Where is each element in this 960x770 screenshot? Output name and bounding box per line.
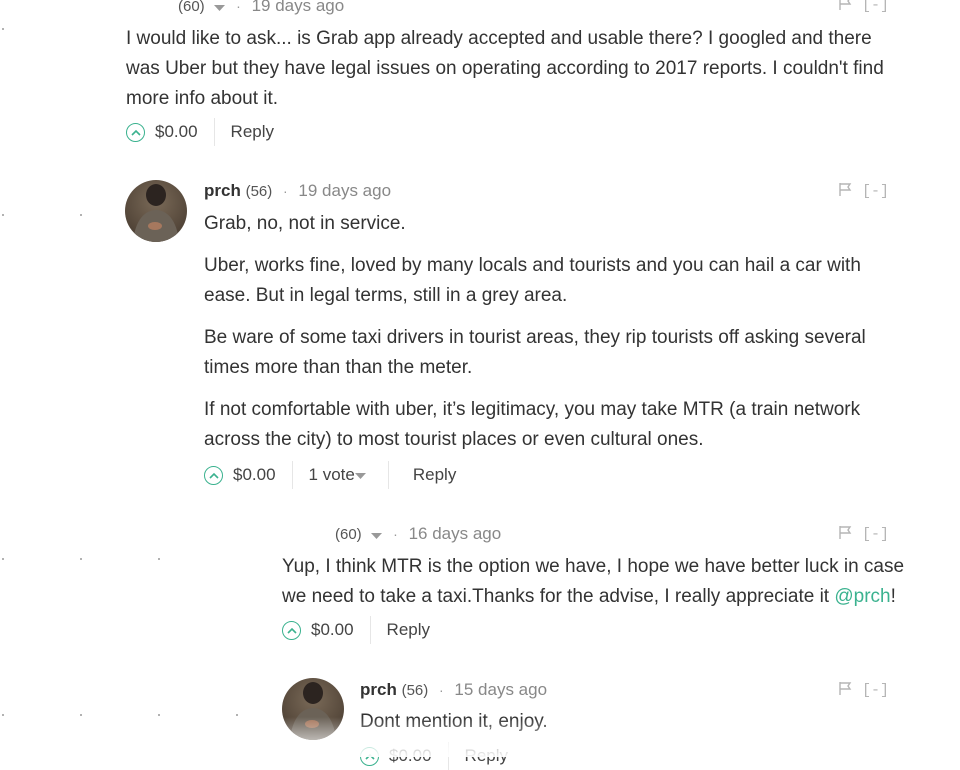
- comment-timestamp[interactable]: 19 days ago: [298, 181, 391, 200]
- comment-1-meta: (60) · 19 days ago: [178, 0, 344, 17]
- votes-count: 1 vote: [308, 465, 355, 484]
- comment-3-tools: [-]: [838, 525, 889, 544]
- collapse-toggle[interactable]: [-]: [862, 526, 889, 543]
- caret-down-icon: [354, 465, 366, 485]
- collapse-toggle[interactable]: [-]: [862, 0, 889, 14]
- avatar[interactable]: [125, 180, 187, 242]
- flag-icon[interactable]: [838, 525, 852, 544]
- reply-button[interactable]: Reply: [387, 620, 430, 640]
- flag-icon[interactable]: [838, 0, 852, 15]
- comment-1-tools: [-]: [838, 0, 889, 15]
- comment-2-meta: prch (56) · 19 days ago: [204, 181, 392, 200]
- comment-paragraph: Uber, works fine, loved by many locals a…: [204, 255, 861, 306]
- author-reputation: (56): [401, 682, 429, 699]
- upvote-icon[interactable]: [204, 465, 223, 485]
- upvote-icon[interactable]: [282, 620, 301, 640]
- votes-dropdown[interactable]: 1 vote: [309, 465, 366, 485]
- comment-3-body: Yup, I think MTR is the option we have, …: [282, 552, 907, 624]
- comment-timestamp[interactable]: 16 days ago: [409, 524, 502, 543]
- comment-paragraph: I would like to ask... is Grab app alrea…: [126, 28, 884, 109]
- reply-button[interactable]: Reply: [231, 122, 274, 142]
- author-link[interactable]: prch: [204, 181, 241, 200]
- comment-paragraph: Be ware of some taxi drivers in tourist …: [204, 327, 866, 378]
- caret-down-icon[interactable]: [214, 0, 226, 17]
- author-reputation: (56): [245, 183, 273, 200]
- comment-1-reputation: (60): [178, 0, 205, 15]
- comment-4-meta: prch (56) · 15 days ago: [360, 680, 548, 699]
- comment-4-tools: [-]: [838, 681, 889, 700]
- mention-link[interactable]: @prch: [834, 586, 890, 607]
- author-link[interactable]: prch: [360, 680, 397, 699]
- upvote-icon[interactable]: [126, 122, 145, 142]
- comment-timestamp[interactable]: 15 days ago: [454, 680, 547, 699]
- comment-1-body: I would like to ask... is Grab app alrea…: [126, 24, 906, 126]
- payout-amount: $0.00: [233, 465, 276, 484]
- comment-paragraph: Grab, no, not in service.: [204, 213, 406, 234]
- author-reputation: (60): [335, 526, 362, 543]
- payout-amount: $0.00: [311, 620, 354, 639]
- comment-3-actions: $0.00 Reply: [282, 616, 430, 644]
- comment-2-actions: $0.00 1 vote Reply: [204, 461, 456, 489]
- comment-2-body: Grab, no, not in service. Uber, works fi…: [204, 209, 884, 467]
- flag-icon[interactable]: [838, 681, 852, 700]
- comment-2-tools: [-]: [838, 182, 889, 201]
- caret-down-icon[interactable]: [371, 525, 383, 545]
- comment-paragraph: Yup, I think MTR is the option we have, …: [282, 556, 905, 607]
- comment-paragraph: If not comfortable with uber, it’s legit…: [204, 399, 861, 450]
- reply-button[interactable]: Reply: [413, 465, 456, 485]
- comment-1-actions: $0.00 Reply: [126, 118, 274, 146]
- collapse-toggle[interactable]: [-]: [862, 183, 889, 200]
- collapse-toggle[interactable]: [-]: [862, 682, 889, 699]
- comment-3-meta: (60) · 16 days ago: [335, 524, 502, 545]
- flag-icon[interactable]: [838, 182, 852, 201]
- comment-1-timestamp: 19 days ago: [251, 0, 345, 15]
- payout-amount: $0.00: [155, 122, 198, 141]
